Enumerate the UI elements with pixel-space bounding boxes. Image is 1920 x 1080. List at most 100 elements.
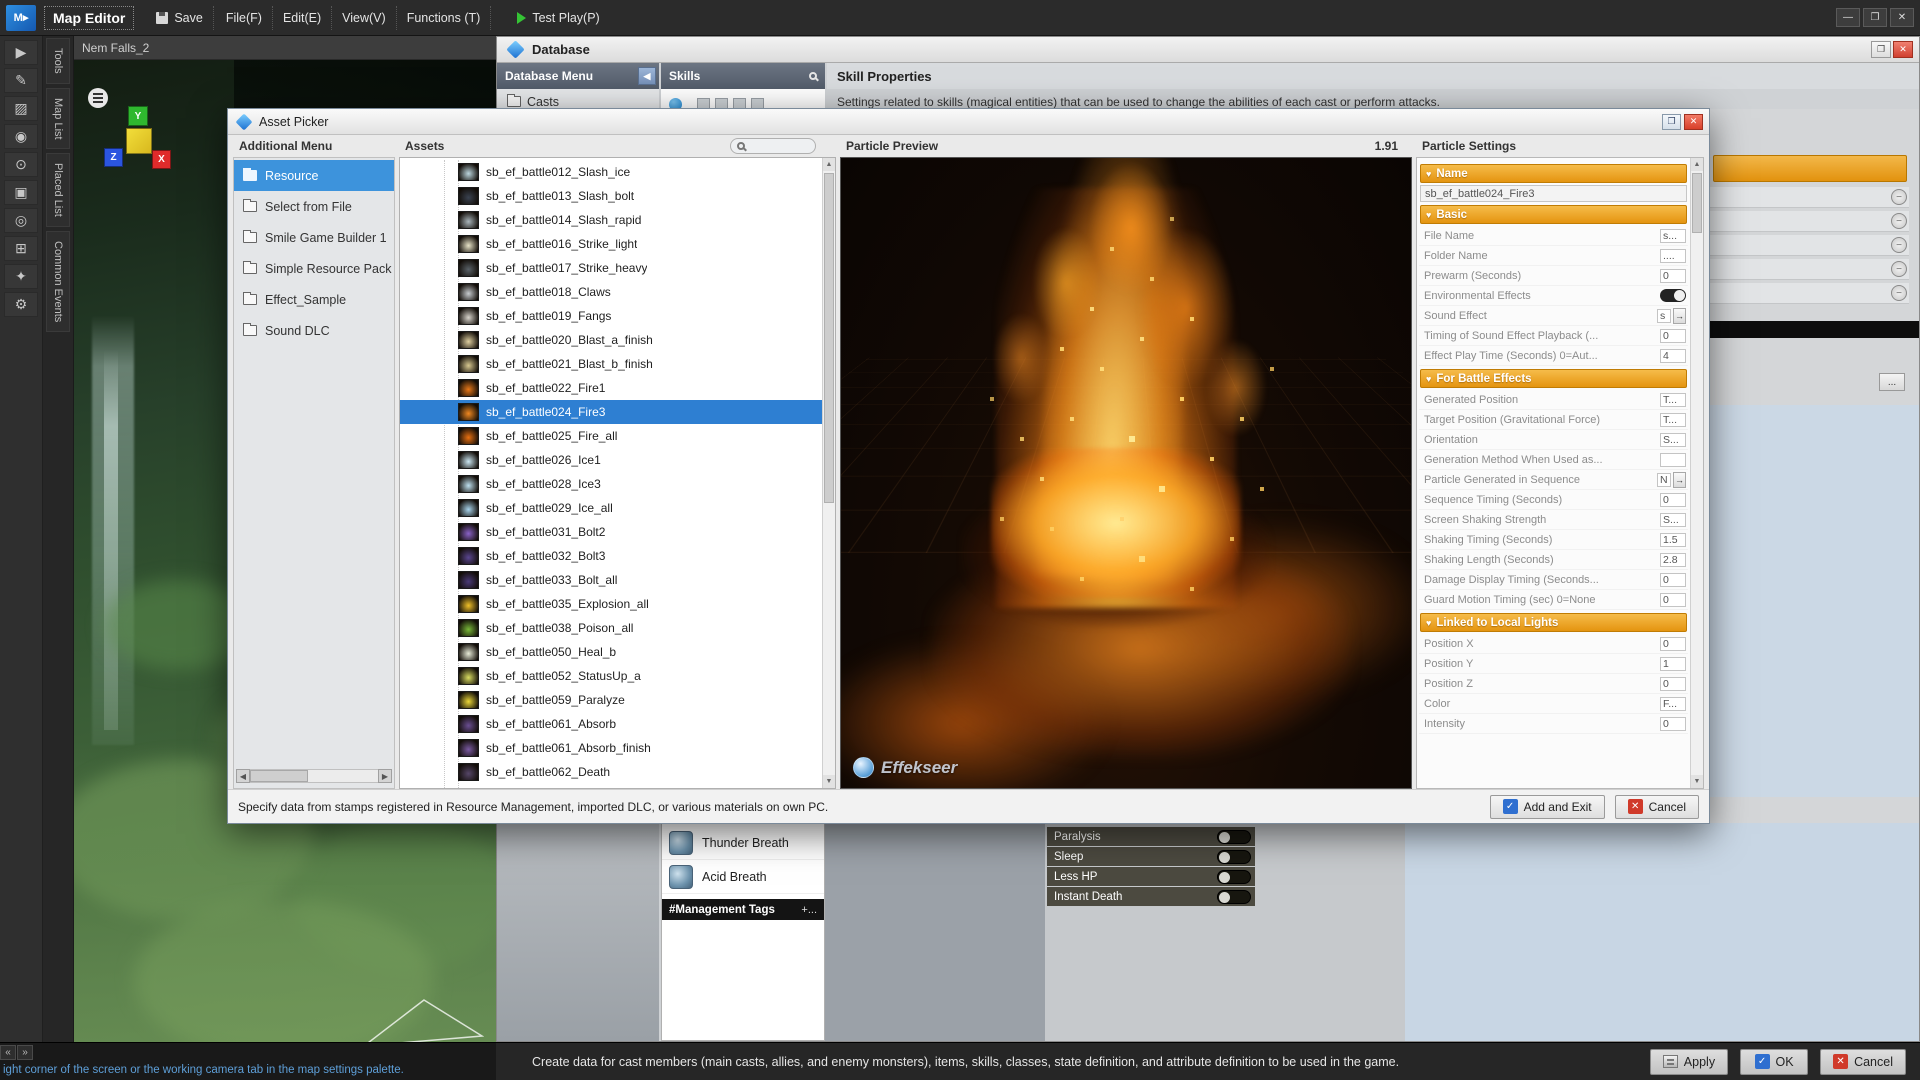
minus-circle-button[interactable]: −: [1891, 213, 1907, 229]
toggle-switch[interactable]: [1217, 890, 1251, 904]
toolbar-tool-icon[interactable]: ⊞: [4, 236, 38, 261]
asset-list-item[interactable]: sb_ef_battle031_Bolt2: [400, 520, 822, 544]
setting-row[interactable]: Damage Display Timing (Seconds... 0 →: [1419, 570, 1688, 590]
toggle-switch[interactable]: [1660, 289, 1686, 302]
setting-value-field[interactable]: 0: [1660, 717, 1686, 731]
scroll-up-button[interactable]: ▲: [823, 158, 835, 171]
property-row[interactable]: −: [1709, 259, 1909, 280]
additional-menu-item[interactable]: Resource: [234, 160, 394, 191]
axis-center-handle[interactable]: [126, 128, 152, 154]
minimize-button[interactable]: —: [1836, 8, 1860, 27]
setting-value-field[interactable]: 1: [1660, 657, 1686, 671]
setting-row[interactable]: Effect Play Time (Seconds) 0=Aut... 4 →: [1419, 346, 1688, 366]
asset-list-item[interactable]: sb_ef_battle061_Absorb_finish: [400, 736, 822, 760]
menu-item[interactable]: File(F): [216, 6, 273, 30]
horizontal-scrollbar[interactable]: ◀ ▶: [236, 769, 392, 783]
asset-list-item[interactable]: sb_ef_battle019_Fangs: [400, 304, 822, 328]
toggle-switch[interactable]: [1217, 830, 1251, 844]
setting-value-field[interactable]: s: [1657, 309, 1671, 323]
asset-list-item[interactable]: sb_ef_battle026_Ice1: [400, 448, 822, 472]
additional-menu-item[interactable]: Sound DLC: [234, 315, 394, 346]
setting-value-field[interactable]: 0: [1660, 677, 1686, 691]
side-tab[interactable]: Tools: [46, 38, 70, 84]
toolbar-tool-icon[interactable]: ◉: [4, 124, 38, 149]
asset-list-item[interactable]: sb_ef_battle021_Blast_b_finish: [400, 352, 822, 376]
scrollbar-thumb[interactable]: [250, 770, 308, 782]
expand-right-button[interactable]: »: [17, 1045, 33, 1060]
dialog-title-bar[interactable]: Asset Picker ❐ ✕: [228, 109, 1709, 135]
setting-row[interactable]: Particle Generated in Sequence N →: [1419, 470, 1688, 490]
toolbar-tool-icon[interactable]: ✦: [4, 264, 38, 289]
save-button[interactable]: Save: [146, 6, 214, 30]
maximize-button[interactable]: ❐: [1863, 8, 1887, 27]
scroll-right-button[interactable]: ▶: [378, 769, 392, 783]
dialog-restore-button[interactable]: ❐: [1662, 114, 1681, 130]
close-button[interactable]: ✕: [1890, 8, 1914, 27]
setting-value-field[interactable]: 1.5: [1660, 533, 1686, 547]
setting-row[interactable]: Position X 0 →: [1419, 634, 1688, 654]
toolbar-tool-icon[interactable]: ⚙: [4, 292, 38, 317]
database-title-bar[interactable]: Database ❐ ✕: [497, 37, 1919, 63]
setting-row[interactable]: Shaking Timing (Seconds) 1.5 →: [1419, 530, 1688, 550]
setting-value-field[interactable]: F...: [1660, 697, 1686, 711]
scroll-left-button[interactable]: ◀: [236, 769, 250, 783]
property-row[interactable]: −: [1709, 235, 1909, 256]
menu-item[interactable]: Edit(E): [273, 6, 332, 30]
asset-list-item[interactable]: sb_ef_battle033_Bolt_all: [400, 568, 822, 592]
setting-value-field[interactable]: N: [1657, 473, 1671, 487]
setting-row[interactable]: Environmental Effects →: [1419, 286, 1688, 306]
status-effect-row[interactable]: Instant Death: [1047, 887, 1255, 906]
setting-value-field[interactable]: 2.8: [1660, 553, 1686, 567]
setting-row[interactable]: Screen Shaking Strength S... →: [1419, 510, 1688, 530]
collapse-left-button[interactable]: ◀: [638, 67, 656, 85]
asset-list-item[interactable]: sb_ef_battle038_Poison_all: [400, 616, 822, 640]
toolbar-tool-icon[interactable]: ▨: [4, 96, 38, 121]
property-row[interactable]: −: [1709, 187, 1909, 208]
setting-value-field[interactable]: 0: [1660, 493, 1686, 507]
axis-x-handle[interactable]: X: [152, 150, 171, 169]
arrow-button[interactable]: →: [1673, 472, 1686, 488]
additional-menu-item[interactable]: Effect_Sample: [234, 284, 394, 315]
setting-row[interactable]: Timing of Sound Effect Playback (... 0 →: [1419, 326, 1688, 346]
skills-search-icon[interactable]: [809, 72, 817, 80]
dialog-cancel-button[interactable]: ✕ Cancel: [1615, 795, 1699, 819]
asset-list-item[interactable]: sb_ef_battle029_Ice_all: [400, 496, 822, 520]
asset-list-item[interactable]: sb_ef_battle020_Blast_a_finish: [400, 328, 822, 352]
setting-value-field[interactable]: 0: [1660, 269, 1686, 283]
setting-row[interactable]: File Name s... →: [1419, 226, 1688, 246]
scroll-down-button[interactable]: ▼: [823, 775, 835, 788]
asset-list-item[interactable]: sb_ef_battle032_Bolt3: [400, 544, 822, 568]
asset-list-item[interactable]: sb_ef_battle018_Claws: [400, 280, 822, 304]
toolbar-tool-icon[interactable]: ▶: [4, 40, 38, 65]
add-tag-button[interactable]: +...: [801, 904, 817, 916]
additional-menu-item[interactable]: Select from File: [234, 191, 394, 222]
setting-row[interactable]: Orientation S... →: [1419, 430, 1688, 450]
assets-scrollbar[interactable]: ▲ ▼: [822, 158, 835, 788]
menu-item[interactable]: View(V): [332, 6, 397, 30]
axis-gizmo[interactable]: Y Z X: [92, 72, 192, 172]
toolbar-tool-icon[interactable]: ⊙: [4, 152, 38, 177]
additional-menu-item[interactable]: Simple Resource Pack: [234, 253, 394, 284]
setting-row[interactable]: Guard Motion Timing (sec) 0=None 0 →: [1419, 590, 1688, 610]
menu-item[interactable]: Functions (T): [397, 6, 492, 30]
skill-list-item[interactable]: Acid Breath: [662, 860, 824, 894]
scrollbar-thumb[interactable]: [1692, 173, 1702, 233]
side-tab[interactable]: Placed List: [46, 153, 70, 227]
setting-row[interactable]: Folder Name .... →: [1419, 246, 1688, 266]
section-header-name[interactable]: ♥ Name: [1420, 164, 1687, 183]
property-row[interactable]: −: [1709, 283, 1909, 304]
setting-value-field[interactable]: ....: [1660, 249, 1686, 263]
asset-list-item[interactable]: sb_ef_battle050_Heal_b: [400, 640, 822, 664]
asset-list-item[interactable]: sb_ef_battle025_Fire_all: [400, 424, 822, 448]
name-value-field[interactable]: sb_ef_battle024_Fire3: [1420, 185, 1687, 202]
asset-list-item[interactable]: sb_ef_battle028_Ice3: [400, 472, 822, 496]
database-close-button[interactable]: ✕: [1893, 41, 1913, 58]
setting-row[interactable]: Color F... →: [1419, 694, 1688, 714]
setting-value-field[interactable]: s...: [1660, 229, 1686, 243]
section-header-battle-effects[interactable]: ♥ For Battle Effects: [1420, 369, 1687, 388]
scrollbar-track[interactable]: [250, 769, 378, 783]
section-header-local-lights[interactable]: ♥ Linked to Local Lights: [1420, 613, 1687, 632]
setting-value-field[interactable]: [1660, 453, 1686, 467]
dialog-close-button[interactable]: ✕: [1684, 114, 1703, 130]
setting-value-field[interactable]: 0: [1660, 573, 1686, 587]
